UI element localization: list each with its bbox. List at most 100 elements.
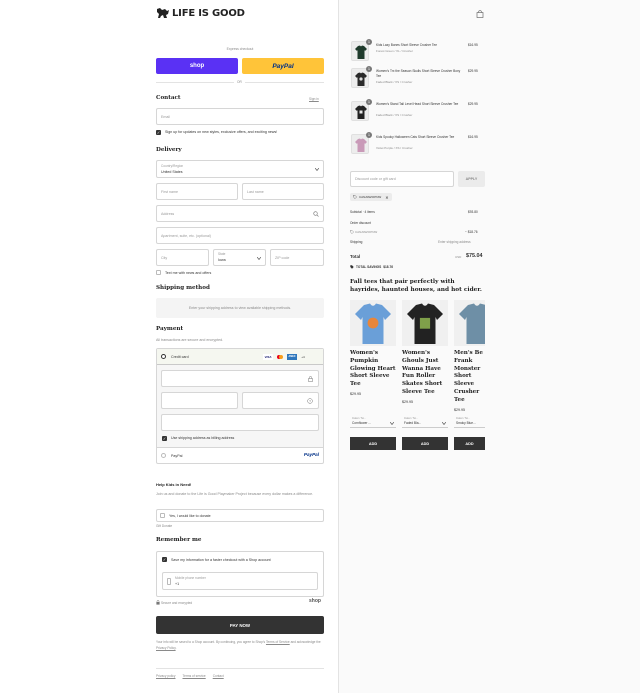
product-image[interactable]	[402, 300, 448, 346]
billing-label: Use shipping address as billing address	[171, 436, 235, 440]
card-number-field[interactable]	[161, 370, 319, 387]
save-info-label: Save my information for a faster checkou…	[171, 558, 271, 562]
paypal-option[interactable]: PayPal PayPal	[157, 448, 323, 463]
email-field[interactable]: Email	[156, 108, 324, 125]
remove-discount-icon[interactable]: ✕	[385, 195, 388, 200]
credit-card-label: Credit card	[171, 355, 189, 359]
recommend-card[interactable]: Women's Pumpkin Glowing Heart Short Slee…	[350, 300, 396, 396]
variant-select[interactable]: Color / Si... Faded Bla...	[402, 416, 448, 428]
visa-icon: VISA	[263, 354, 273, 360]
recommend-card[interactable]: Women's Ghouls Just Wanna Have Fun Rolle…	[402, 300, 448, 404]
footer-contact-link[interactable]: Contact	[213, 674, 224, 678]
apartment-field[interactable]: Apartment, suite, etc. (optional)	[156, 227, 324, 244]
donate-checkbox[interactable]	[160, 513, 165, 518]
shipping-method-heading: Shipping method	[156, 285, 210, 291]
recommend-title[interactable]: Men's Be Frank Monster Short Sleeve Crus…	[454, 350, 485, 405]
recommend-price: $29.95	[454, 407, 465, 412]
city-placeholder: City	[161, 256, 168, 260]
donate-option[interactable]: Yes, I would like to donate	[156, 509, 324, 522]
mobile-phone-field[interactable]: Mobile phone number +1	[162, 572, 318, 590]
shopping-bag-icon[interactable]	[476, 10, 484, 18]
country-select[interactable]: Country/Region United States	[156, 160, 324, 178]
save-info-checkbox[interactable]: ✓	[162, 557, 167, 562]
security-code-field[interactable]: ?	[242, 392, 319, 409]
privacy-policy-link[interactable]: Privacy Policy	[156, 646, 176, 650]
search-icon	[313, 211, 319, 217]
text-me-label: Text me with news and offers	[165, 271, 212, 275]
brand-logo[interactable]: LIFE IS GOOD	[156, 7, 245, 19]
order-discount-value: − $18.76	[465, 230, 478, 234]
amex-icon: AMEX	[287, 354, 297, 360]
cart-item: 1 Kids Lazy Bones Short Sleeve Crusher T…	[351, 39, 486, 65]
footer-terms-link[interactable]: Terms of service	[183, 674, 206, 678]
last-name-field[interactable]: Last name	[242, 183, 324, 200]
add-button[interactable]: ADD	[454, 437, 485, 450]
state-select[interactable]: State Iowa	[213, 249, 266, 266]
lock-icon	[308, 376, 313, 382]
quantity-badge: 1	[366, 66, 372, 72]
paypal-radio[interactable]	[161, 453, 166, 458]
apply-button[interactable]: APPLY	[458, 171, 485, 187]
more-cards-label: +4	[301, 355, 305, 359]
payment-heading: Payment	[156, 326, 184, 332]
paypal-option-label: PayPal	[171, 454, 183, 458]
expiration-field[interactable]	[161, 392, 238, 409]
shop-pay-button[interactable]: shop	[156, 58, 238, 74]
credit-card-radio[interactable]	[161, 354, 166, 359]
tshirt-icon	[355, 72, 367, 86]
news-checkbox[interactable]: ✓	[156, 130, 161, 135]
total-value: $75.04	[466, 253, 483, 259]
legal-text: Your info will be saved to a Shop accoun…	[156, 640, 324, 651]
card-brands: VISA AMEX +4	[263, 354, 307, 360]
zip-field[interactable]: ZIP code	[270, 249, 324, 266]
product-image[interactable]	[454, 300, 485, 346]
billing-checkbox[interactable]: ✓	[162, 436, 167, 441]
recommend-card[interactable]: Men's Be Frank Monster Short Sleeve Crus…	[454, 300, 485, 412]
help-circle-icon[interactable]: ?	[307, 398, 313, 404]
state-value: Iowa	[218, 258, 226, 262]
mobile-phone-icon	[167, 578, 171, 585]
tshirt-icon	[355, 45, 367, 59]
product-image[interactable]	[350, 300, 396, 346]
recommend-price: $29.95	[402, 399, 413, 404]
terms-of-service-link[interactable]: Terms of Service	[266, 640, 290, 644]
remember-box: ✓ Save my information for a faster check…	[156, 551, 324, 597]
paypal-express-button[interactable]: PayPal	[242, 58, 324, 74]
city-field[interactable]: City	[156, 249, 209, 266]
footer-privacy-link[interactable]: Privacy policy	[156, 674, 176, 678]
name-on-card-field[interactable]	[161, 414, 319, 431]
first-name-field[interactable]: First name	[156, 183, 238, 200]
add-button[interactable]: ADD	[350, 437, 396, 450]
donate-text: Join us and donate to the Life is Good P…	[156, 492, 314, 496]
pay-now-button[interactable]: PAY NOW	[156, 616, 324, 634]
variant-select[interactable]: Color / Si... Cornflower ...	[350, 416, 396, 428]
item-price: $16.95	[468, 43, 478, 47]
variant-select[interactable]: Color / Si... Smoky Blue...	[454, 416, 485, 428]
phone-value: +1	[175, 582, 180, 586]
discount-code-field[interactable]: Discount code or gift card	[350, 171, 454, 187]
address-field[interactable]: Address	[156, 205, 324, 222]
sign-in-link[interactable]: Sign in	[309, 97, 319, 101]
tshirt-icon	[459, 303, 485, 344]
footer-links: Privacy policy Terms of service Contact	[156, 674, 224, 678]
shipping-method-note: Enter your shipping address to view avai…	[188, 306, 292, 310]
text-me-checkbox[interactable]	[156, 270, 161, 275]
paypal-logo-icon: PayPal	[303, 452, 319, 457]
or-label: OR	[234, 80, 245, 84]
tshirt-icon	[355, 105, 367, 119]
country-label: Country/Region	[161, 164, 184, 168]
chevron-down-icon	[390, 422, 394, 425]
legal-text-middle: and acknowledge the	[290, 640, 321, 644]
recommend-title[interactable]: Women's Pumpkin Glowing Heart Short Slee…	[350, 350, 396, 389]
discount-placeholder: Discount code or gift card	[355, 177, 396, 181]
shipping-method-notice: Enter your shipping address to view avai…	[156, 298, 324, 318]
subtotal-label: Subtotal · 4 items	[350, 210, 375, 214]
add-button[interactable]: ADD	[402, 437, 448, 450]
quantity-badge: 1	[366, 132, 372, 138]
order-discount-code: CANAWZOPNW	[350, 230, 377, 234]
chevron-down-icon	[257, 257, 261, 260]
email-placeholder: Email	[161, 115, 170, 119]
recommend-title[interactable]: Women's Ghouls Just Wanna Have Fun Rolle…	[402, 350, 448, 397]
quantity-badge: 1	[366, 99, 372, 105]
credit-card-option[interactable]: Credit card VISA AMEX +4	[157, 349, 323, 365]
